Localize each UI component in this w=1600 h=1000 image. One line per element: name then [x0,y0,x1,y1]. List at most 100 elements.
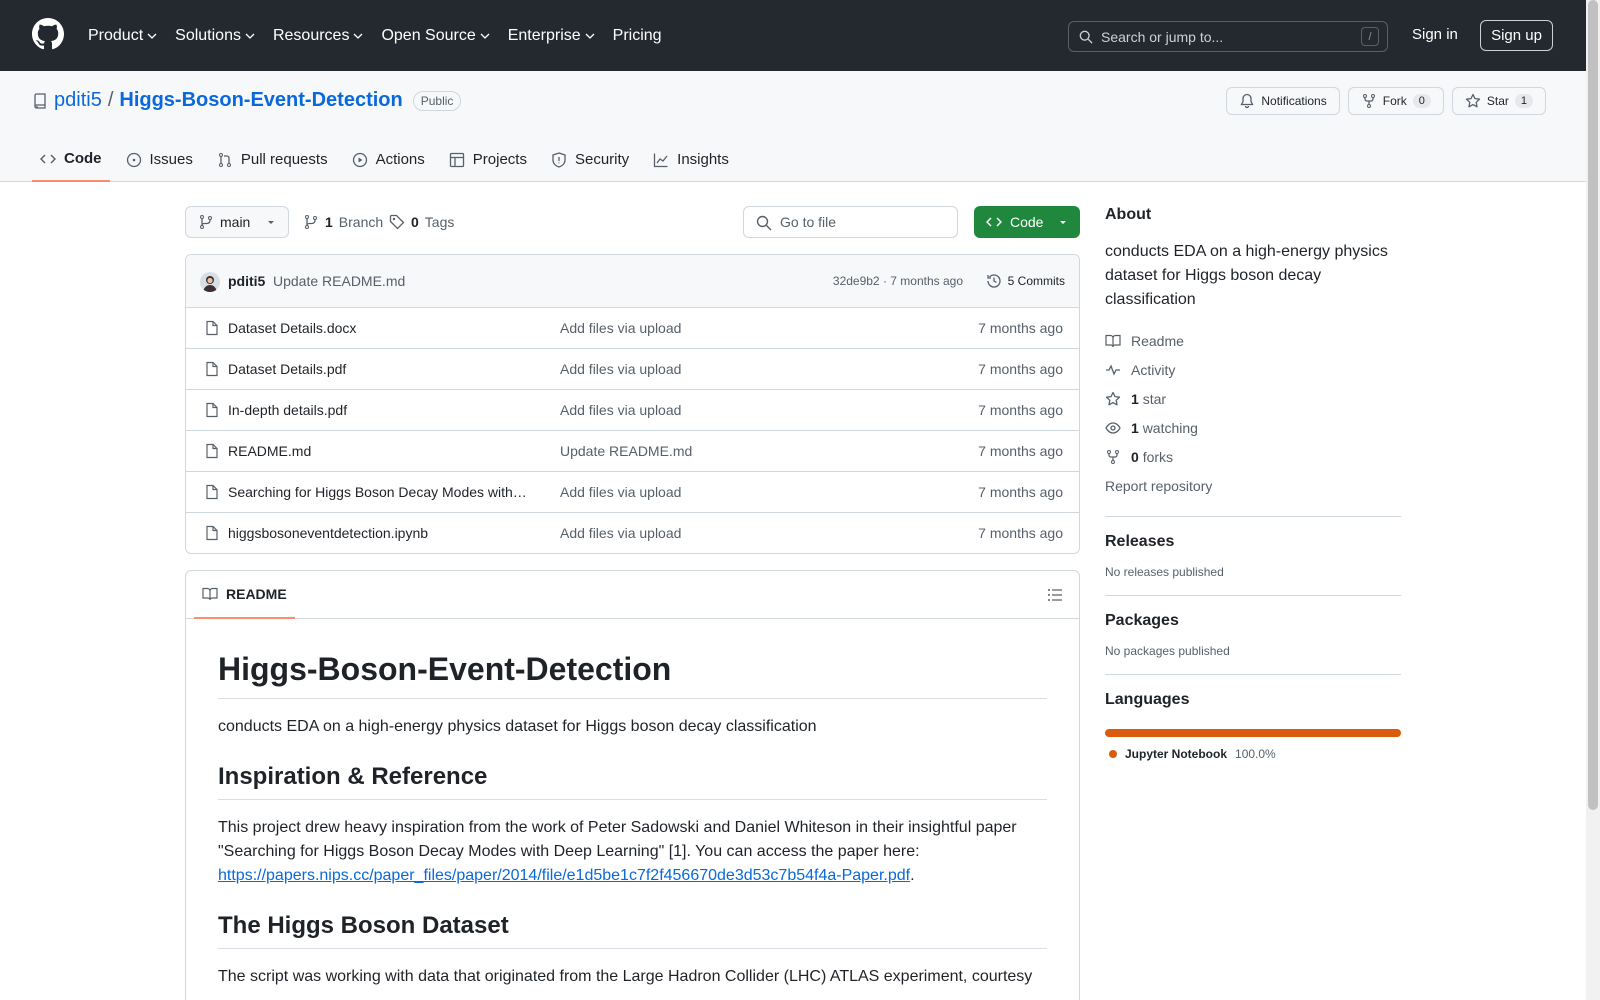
nav-label: Pricing [612,26,662,44]
tab-label: Pull requests [240,151,328,168]
tab-label: Insights [677,151,729,168]
table-row: higgsbosoneventdetection.ipynb Add files… [186,513,1079,553]
tab-issues[interactable]: Issues [118,137,201,182]
file-name-link[interactable]: Dataset Details.pdf [228,361,528,377]
pull-request-icon [218,152,231,167]
file-date: 7 months ago [978,443,1063,459]
readme-intro: conducts EDA on a high-energy physics da… [218,718,817,735]
fork-button[interactable]: Fork 0 [1347,87,1444,115]
file-date: 7 months ago [978,320,1063,336]
tab-label: Actions [375,151,425,168]
file-commit-message[interactable]: Update README.md [560,443,692,459]
table-row: Searching for Higgs Boson Decay Modes wi… [186,472,1079,513]
releases-title[interactable]: Releases [1105,533,1401,551]
github-logo-icon[interactable] [32,18,64,50]
branch-selector-button[interactable]: main [185,206,289,238]
tags-link[interactable]: 0 Tags [389,214,454,230]
notifications-button[interactable]: Notifications [1226,87,1340,115]
code-icon [40,154,56,163]
link-suffix: . [910,867,915,884]
repo-separator: / [107,89,114,111]
file-commit-message[interactable]: Add files via upload [560,484,681,500]
tab-actions[interactable]: Actions [344,137,433,182]
repo-owner-link[interactable]: pditi5 [54,89,102,112]
user-avatar-icon [203,276,217,292]
file-name-link[interactable]: higgsbosoneventdetection.ipynb [228,525,528,541]
nav-product[interactable]: Product [88,27,165,45]
search-placeholder: Search or jump to... [1101,28,1224,45]
scrollbar-thumb[interactable] [1588,0,1598,810]
nav-label: Enterprise [507,26,581,44]
tab-code[interactable]: Code [32,137,110,182]
nav-open-source[interactable]: Open Source [381,27,497,45]
go-to-file-input[interactable]: Go to file [743,206,958,238]
file-name-link[interactable]: Searching for Higgs Boson Decay Modes wi… [228,484,528,500]
watching-link[interactable]: 1 watching [1105,413,1401,442]
tab-projects[interactable]: Projects [441,137,535,182]
packages-title[interactable]: Packages [1105,612,1401,630]
commits-link[interactable]: 5 Commits [986,273,1065,289]
activity-link[interactable]: Activity [1105,355,1401,384]
readme-tab-label: README [226,586,287,602]
search-input[interactable]: Search or jump to... / [1068,21,1388,52]
caret-down-icon [268,221,274,224]
tab-insights[interactable]: Insights [645,137,737,182]
readme-inspiration-paragraph: This project drew heavy inspiration from… [218,816,1047,888]
nav-label: Resources [272,26,350,44]
go-to-file-placeholder: Go to file [780,214,837,230]
report-repository-link[interactable]: Report repository [1105,471,1401,500]
branch-name: main [220,214,251,230]
file-name-link[interactable]: README.md [228,443,528,459]
commit-meta[interactable]: 32de9b2 · 7 months ago [833,274,963,288]
file-name-link[interactable]: Dataset Details.docx [228,320,528,336]
readme-panel: README Higgs-Boson-Event-Detection condu… [185,570,1080,1000]
language-percent: 100.0% [1235,747,1276,761]
sign-in-link[interactable]: Sign in [1412,26,1458,43]
avatar[interactable] [200,272,220,292]
forks-link[interactable]: 0 forks [1105,442,1401,471]
tab-label: Code [64,150,102,167]
readme-tab[interactable]: README [194,571,295,619]
tab-pull-requests[interactable]: Pull requests [209,137,336,182]
nav-pricing[interactable]: Pricing [613,27,670,45]
sign-up-button[interactable]: Sign up [1480,20,1553,51]
file-date: 7 months ago [978,525,1063,541]
readme-content: Higgs-Boson-Event-Detection conducts EDA… [186,619,1079,989]
table-row: README.md Update README.md 7 months ago [186,431,1079,472]
repo-name-link[interactable]: Higgs-Boson-Event-Detection [119,89,402,112]
language-item[interactable]: Jupyter Notebook 100.0% [1105,747,1401,761]
star-button[interactable]: Star 1 [1451,87,1546,115]
commit-message-link[interactable]: Update README.md [273,273,405,289]
tab-security[interactable]: Security [543,137,637,182]
nav-resources[interactable]: Resources [273,27,371,45]
file-commit-message[interactable]: Add files via upload [560,402,681,418]
branch-label: Branch [338,214,384,230]
file-commit-message[interactable]: Add files via upload [560,320,681,336]
tab-label: Issues [149,151,193,168]
readme-link[interactable]: Readme [1105,326,1401,355]
readme-dataset-paragraph: The script was working with data that or… [218,968,1033,985]
about-description: conducts EDA on a high-energy physics da… [1105,243,1388,308]
file-commit-message[interactable]: Add files via upload [560,525,681,541]
file-name-link[interactable]: In-depth details.pdf [228,402,528,418]
table-of-contents-icon[interactable] [1047,587,1063,603]
stars-link[interactable]: 1 star [1105,384,1401,413]
commit-author-link[interactable]: pditi5 [228,273,265,289]
file-commit-message[interactable]: Add files via upload [560,361,681,377]
branches-link[interactable]: 1 Branch [303,214,383,230]
branch-count: 1 [325,214,333,230]
watching-label: watching [1142,419,1198,436]
paper-link[interactable]: https://papers.nips.cc/paper_files/paper… [218,867,910,884]
search-shortcut-key: / [1361,27,1379,46]
branch-icon [305,215,317,229]
nav-label: Open Source [381,26,476,44]
page-scrollbar[interactable] [1586,0,1600,1000]
repo-icon [34,92,46,109]
forks-count: 0 [1131,448,1139,465]
nav-enterprise[interactable]: Enterprise [508,27,603,45]
issue-icon [126,152,141,167]
repo-actions: Notifications Fork 0 Star 1 [1226,87,1546,115]
code-icon [986,217,1002,227]
code-dropdown-button[interactable]: Code [974,206,1080,238]
nav-solutions[interactable]: Solutions [175,27,263,45]
